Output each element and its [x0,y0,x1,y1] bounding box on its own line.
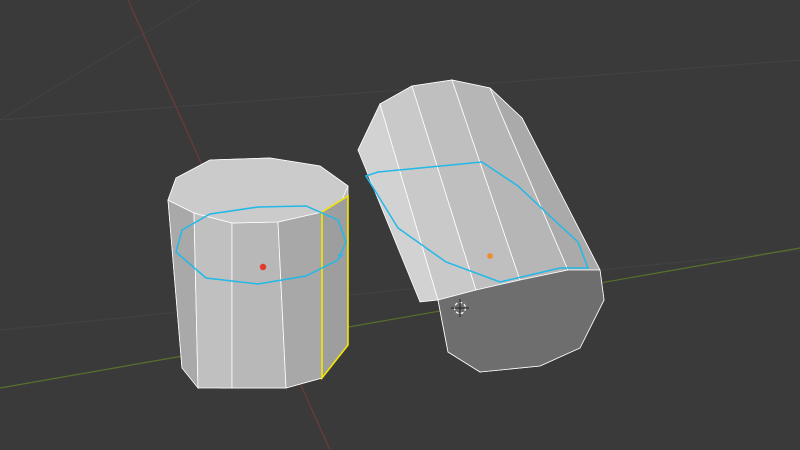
3d-viewport[interactable] [0,0,800,450]
tilted-cylinder[interactable] [357,79,605,373]
upright-face-2 [231,221,287,389]
upright-face-1 [193,212,233,389]
viewport-scene[interactable] [0,0,800,450]
tilted-origin-dot [487,253,493,259]
upright-cylinder[interactable] [167,157,349,390]
upright-face-left [167,199,199,390]
upright-face-3 [277,211,323,389]
upright-origin-dot [259,263,267,271]
